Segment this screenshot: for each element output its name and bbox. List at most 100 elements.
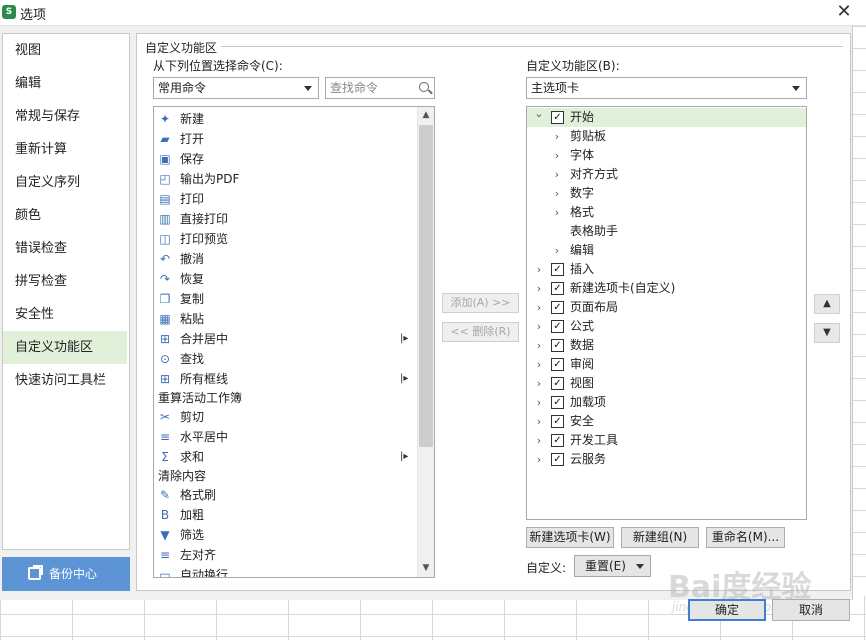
ribbon-tab-node[interactable]: ⌄ ✓ 开始 bbox=[527, 107, 806, 127]
ribbon-tab-node[interactable]: › ✓ 开发工具 bbox=[527, 431, 806, 450]
ribbon-group-node[interactable]: › 数字 bbox=[527, 184, 806, 203]
command-item[interactable]: ▣ 保存 bbox=[154, 149, 416, 169]
command-source-select[interactable]: 常用命令 bbox=[153, 77, 319, 99]
command-item[interactable]: ≡ 水平居中 bbox=[154, 427, 416, 447]
chevron-right-icon[interactable]: › bbox=[534, 431, 544, 450]
chevron-right-icon[interactable]: › bbox=[534, 298, 544, 317]
ok-button[interactable]: 确定 bbox=[688, 599, 766, 621]
tab-checkbox[interactable]: ✓ bbox=[551, 339, 564, 352]
sidebar-item[interactable]: 拼写检查 bbox=[3, 265, 129, 298]
sidebar-item[interactable]: 快速访问工具栏 bbox=[3, 364, 129, 397]
sidebar-item[interactable]: 重新计算 bbox=[3, 133, 129, 166]
scroll-down-icon[interactable]: ▼ bbox=[418, 560, 434, 577]
command-item[interactable]: ❐ 复制 bbox=[154, 289, 416, 309]
command-item[interactable]: ▭ 自动换行 bbox=[154, 565, 416, 577]
reset-dropdown[interactable]: 重置(E) bbox=[574, 555, 651, 577]
ribbon-tab-tree[interactable]: ⌄ ✓ 开始 › 剪贴板 › 字体 › 对齐方式 › 数字 › 格式 表格助手 › 编辑 › ✓ 插入 › ✓ 新建选项卡… bbox=[526, 106, 807, 520]
command-item[interactable]: ↶ 撤消 bbox=[154, 249, 416, 269]
chevron-right-icon[interactable]: › bbox=[552, 165, 562, 184]
chevron-right-icon[interactable]: › bbox=[552, 203, 562, 222]
tab-checkbox[interactable]: ✓ bbox=[551, 434, 564, 447]
chevron-right-icon[interactable]: › bbox=[552, 127, 562, 146]
command-item[interactable]: ▤ 打印 bbox=[154, 189, 416, 209]
command-item[interactable]: ▦ 粘贴 bbox=[154, 309, 416, 329]
command-item[interactable]: 清除内容 bbox=[154, 467, 416, 485]
command-item[interactable]: ◫ 打印预览 bbox=[154, 229, 416, 249]
chevron-right-icon[interactable]: › bbox=[552, 241, 562, 260]
chevron-right-icon[interactable]: › bbox=[534, 393, 544, 412]
ribbon-tab-node[interactable]: › ✓ 页面布局 bbox=[527, 298, 806, 317]
new-group-button[interactable]: 新建组(N) bbox=[621, 527, 699, 548]
ribbon-group-node[interactable]: › 对齐方式 bbox=[527, 165, 806, 184]
command-item[interactable]: ⊙ 查找 bbox=[154, 349, 416, 369]
ribbon-tab-node[interactable]: › ✓ 加载项 bbox=[527, 393, 806, 412]
tab-checkbox[interactable]: ✓ bbox=[551, 263, 564, 276]
sidebar-item[interactable]: 安全性 bbox=[3, 298, 129, 331]
chevron-right-icon[interactable]: › bbox=[534, 450, 544, 469]
sidebar-item[interactable]: 自定义序列 bbox=[3, 166, 129, 199]
close-icon[interactable]: ✕ bbox=[832, 1, 856, 23]
command-list[interactable]: ▭ 自动换行 ≡ 左对齐 ▼ 筛选 B 加粗 ✎ 格式刷 清除内容 Σ 求和 |▸ ≡ 水平居中 ✂ 剪切 重算活动… bbox=[153, 106, 435, 578]
sidebar-item[interactable]: 错误检查 bbox=[3, 232, 129, 265]
move-up-button[interactable]: ▲ bbox=[814, 294, 840, 314]
chevron-right-icon[interactable]: › bbox=[534, 336, 544, 355]
ribbon-tab-node[interactable]: › ✓ 数据 bbox=[527, 336, 806, 355]
sidebar-item[interactable]: 自定义功能区 bbox=[3, 331, 127, 364]
command-item[interactable]: ✎ 格式刷 bbox=[154, 485, 416, 505]
tab-checkbox[interactable]: ✓ bbox=[551, 111, 564, 124]
ribbon-group-node[interactable]: › 剪贴板 bbox=[527, 127, 806, 146]
sidebar-item[interactable]: 颜色 bbox=[3, 199, 129, 232]
chevron-right-icon[interactable]: › bbox=[534, 412, 544, 431]
command-item[interactable]: ✂ 剪切 bbox=[154, 407, 416, 427]
cancel-button[interactable]: 取消 bbox=[772, 599, 850, 621]
command-search-input[interactable]: 查找命令 bbox=[325, 77, 435, 99]
backup-center-button[interactable]: 备份中心 bbox=[2, 557, 130, 591]
tab-checkbox[interactable]: ✓ bbox=[551, 377, 564, 390]
command-item[interactable]: ↷ 恢复 bbox=[154, 269, 416, 289]
sidebar-item[interactable]: 视图 bbox=[3, 34, 129, 67]
ribbon-tab-node[interactable]: › ✓ 云服务 bbox=[527, 450, 806, 469]
tab-checkbox[interactable]: ✓ bbox=[551, 415, 564, 428]
move-down-button[interactable]: ▼ bbox=[814, 323, 840, 343]
tab-checkbox[interactable]: ✓ bbox=[551, 282, 564, 295]
command-item[interactable]: 重算活动工作簿 bbox=[154, 389, 416, 407]
command-item[interactable]: ▰ 打开 bbox=[154, 129, 416, 149]
command-item[interactable]: ⊞ 合并居中 |▸ bbox=[154, 329, 416, 349]
tab-type-select[interactable]: 主选项卡 bbox=[526, 77, 807, 99]
command-list-scrollbar[interactable]: ▲ ▼ bbox=[417, 107, 434, 577]
ribbon-tab-node[interactable]: › ✓ 公式 bbox=[527, 317, 806, 336]
tab-checkbox[interactable]: ✓ bbox=[551, 358, 564, 371]
tab-checkbox[interactable]: ✓ bbox=[551, 301, 564, 314]
ribbon-group-node[interactable]: 表格助手 bbox=[527, 222, 806, 241]
new-tab-button[interactable]: 新建选项卡(W) bbox=[526, 527, 614, 548]
tab-checkbox[interactable]: ✓ bbox=[551, 453, 564, 466]
chevron-right-icon[interactable]: › bbox=[534, 279, 544, 298]
scrollbar-thumb[interactable] bbox=[419, 125, 433, 447]
rename-button[interactable]: 重命名(M)... bbox=[706, 527, 785, 548]
command-item[interactable]: ✦ 新建 bbox=[154, 109, 416, 129]
ribbon-tab-node[interactable]: › ✓ 视图 bbox=[527, 374, 806, 393]
chevron-down-icon[interactable]: ⌄ bbox=[534, 107, 544, 123]
ribbon-tab-node[interactable]: › ✓ 新建选项卡(自定义) bbox=[527, 279, 806, 298]
ribbon-group-node[interactable]: › 字体 bbox=[527, 146, 806, 165]
command-item[interactable]: Σ 求和 |▸ bbox=[154, 447, 416, 467]
chevron-right-icon[interactable]: › bbox=[534, 355, 544, 374]
command-item[interactable]: ≡ 左对齐 bbox=[154, 545, 416, 565]
ribbon-group-node[interactable]: › 格式 bbox=[527, 203, 806, 222]
tab-checkbox[interactable]: ✓ bbox=[551, 320, 564, 333]
tab-checkbox[interactable]: ✓ bbox=[551, 396, 564, 409]
chevron-right-icon[interactable]: › bbox=[552, 146, 562, 165]
add-button[interactable]: 添加(A) >> bbox=[442, 293, 519, 313]
chevron-right-icon[interactable]: › bbox=[534, 374, 544, 393]
command-item[interactable]: ◰ 输出为PDF bbox=[154, 169, 416, 189]
chevron-right-icon[interactable]: › bbox=[534, 317, 544, 336]
scroll-up-icon[interactable]: ▲ bbox=[418, 107, 434, 124]
sidebar-item[interactable]: 常规与保存 bbox=[3, 100, 129, 133]
ribbon-group-node[interactable]: › 编辑 bbox=[527, 241, 806, 260]
command-item[interactable]: ⊞ 所有框线 |▸ bbox=[154, 369, 416, 389]
command-item[interactable]: ▥ 直接打印 bbox=[154, 209, 416, 229]
ribbon-tab-node[interactable]: › ✓ 插入 bbox=[527, 260, 806, 279]
remove-button[interactable]: << 删除(R) bbox=[442, 322, 519, 342]
chevron-right-icon[interactable]: › bbox=[534, 260, 544, 279]
command-item[interactable]: ▼ 筛选 bbox=[154, 525, 416, 545]
